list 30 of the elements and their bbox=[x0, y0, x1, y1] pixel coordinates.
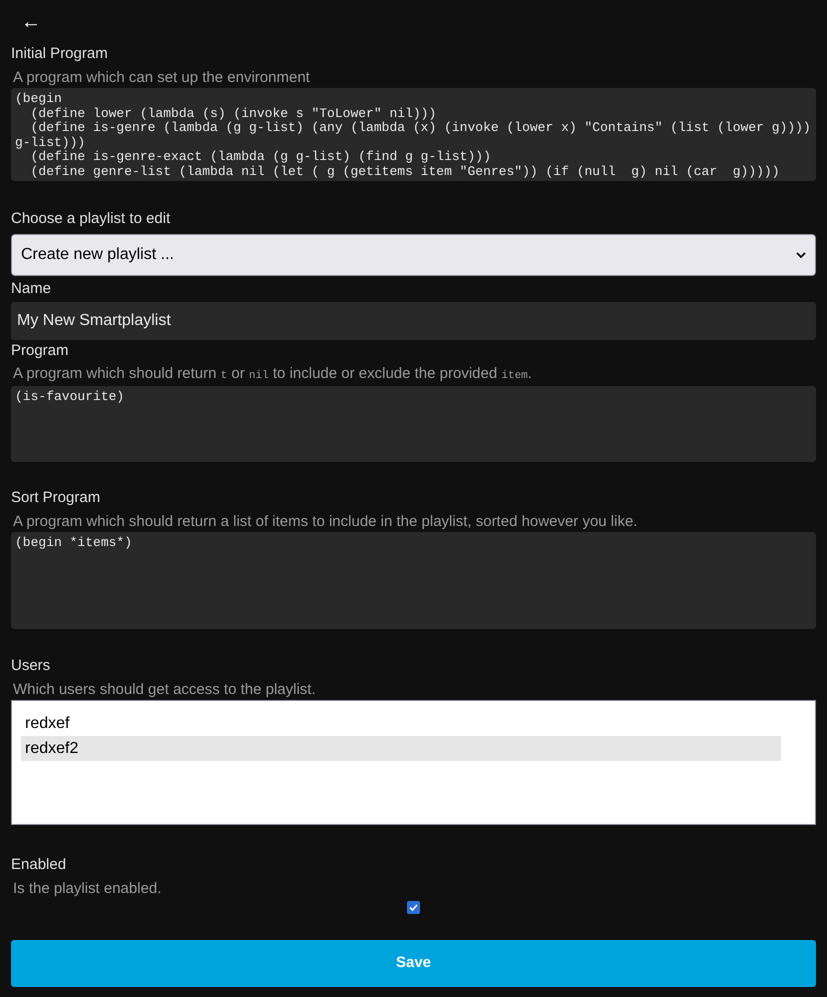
field-label: Enabled bbox=[11, 855, 68, 875]
code-editor[interactable]: (is-favourite) bbox=[11, 386, 816, 462]
field-label: Choose a playlist to edit bbox=[11, 209, 172, 229]
back-button[interactable]: ← bbox=[21, 12, 41, 32]
code-line: (is-favourite) bbox=[15, 390, 124, 404]
user-option[interactable]: redxef2 bbox=[21, 736, 781, 761]
enabled-checkbox[interactable] bbox=[407, 901, 420, 914]
code-line: (begin bbox=[15, 92, 62, 106]
name-field[interactable]: My New Smartplaylist bbox=[11, 302, 816, 340]
code-line: (define genre-list (lambda nil (let ( g (getitems item "Genres")) (if (null g) nil (car g))))) bbox=[30, 164, 780, 179]
code-line: g-list))) bbox=[15, 136, 86, 150]
field-description: Which users should get access to the playlist. bbox=[12, 680, 317, 700]
users-list[interactable]: redxef redxef2 bbox=[11, 700, 816, 825]
field-label: Sort Program bbox=[11, 488, 102, 508]
field-description: A program which should return t or nil to include or exclude the provided item. bbox=[12, 364, 533, 384]
field-description: A program which should return a list of items to include in the playlist, sorted however you like. bbox=[12, 512, 638, 532]
code-line: (define lower (lambda (s) (invoke s "ToLower" nil))) bbox=[30, 106, 436, 121]
code-editor[interactable]: (begin *items*) bbox=[11, 532, 816, 629]
code-line: (define is-genre (lambda (g g-list) (any (lambda (x) (invoke (lower x) "Contains" (list (lower g)))) bbox=[30, 121, 811, 136]
playlist-select[interactable]: Create new playlist ... bbox=[11, 234, 816, 276]
field-label: Users bbox=[11, 656, 52, 676]
chevron-down-icon bbox=[796, 252, 806, 258]
field-label: Program bbox=[11, 341, 70, 361]
code-line: (define is-genre-exact (lambda (g g-list) (find g g-list))) bbox=[30, 150, 491, 164]
field-label: Name bbox=[11, 279, 52, 299]
field-description: Is the playlist enabled. bbox=[12, 879, 162, 899]
field-description: A program which can set up the environment bbox=[12, 68, 311, 88]
field-label: Initial Program bbox=[11, 44, 109, 64]
code-line: (begin *items*) bbox=[15, 536, 132, 550]
code-editor[interactable] bbox=[11, 88, 816, 181]
